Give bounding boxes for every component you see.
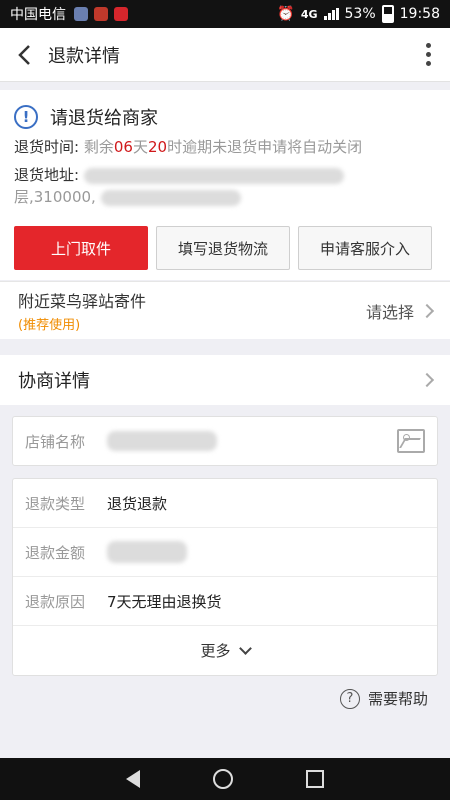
recommend-badge: (推荐使用) bbox=[18, 318, 81, 333]
nav-recents-icon[interactable] bbox=[305, 770, 324, 788]
shop-row[interactable]: 店铺名称 bbox=[13, 417, 437, 465]
time-prefix: 剩余 bbox=[83, 138, 114, 156]
image-icon[interactable] bbox=[397, 429, 425, 453]
network-type: 4G bbox=[300, 7, 318, 21]
question-circle-icon: ? bbox=[339, 688, 360, 709]
more-label: 更多 bbox=[200, 642, 231, 660]
refund-type-value: 退货退款 bbox=[107, 494, 168, 513]
return-address-label: 退货地址: bbox=[14, 166, 80, 184]
chevron-right-icon bbox=[419, 372, 435, 388]
notice-title: 请退货给商家 bbox=[50, 108, 158, 129]
exclamation-circle-icon: ! bbox=[14, 105, 38, 129]
battery-percent: 53% bbox=[344, 6, 376, 22]
return-address-line-2: 层,310000, bbox=[14, 186, 436, 208]
refund-reason-value: 7天无理由退换货 bbox=[107, 592, 222, 611]
back-arrow-icon[interactable] bbox=[0, 28, 48, 82]
refund-info-card: 退款类型 退货退款 退款金额 退款原因 7天无理由退换货 更多 bbox=[12, 478, 438, 676]
signal-icon bbox=[323, 8, 339, 20]
return-time-line: 退货时间: 剩余06天20时逾期未退货申请将自动关闭 bbox=[14, 136, 436, 158]
more-toggle[interactable]: 更多 bbox=[13, 626, 437, 675]
chevron-right-icon bbox=[419, 303, 435, 318]
shop-notification-icon bbox=[114, 7, 128, 21]
refund-type-row: 退款类型 退货退款 bbox=[13, 479, 437, 528]
refund-amount-label: 退款金额 bbox=[25, 543, 86, 562]
blurred-address bbox=[83, 167, 344, 184]
app-header: 退款详情 bbox=[0, 28, 450, 82]
clock: 19:58 bbox=[399, 6, 440, 22]
cainiao-title: 附近菜鸟驿站寄件 bbox=[18, 292, 147, 311]
battery-icon bbox=[381, 5, 394, 23]
system-nav-bar bbox=[0, 758, 450, 800]
chevron-down-icon bbox=[238, 642, 252, 655]
more-vertical-icon[interactable] bbox=[406, 28, 450, 82]
countdown-hours: 20 bbox=[147, 138, 168, 156]
nav-back-icon[interactable] bbox=[126, 770, 141, 788]
pickup-button[interactable]: 上门取件 bbox=[14, 226, 148, 270]
status-bar: 中国电信 ⏰ 4G 53% 19:58 bbox=[0, 0, 450, 28]
blurred-address-tail bbox=[100, 189, 241, 206]
negotiation-details-row[interactable]: 协商详情 bbox=[0, 355, 450, 405]
refund-type-label: 退款类型 bbox=[25, 494, 86, 513]
address-visible-tail: 层,310000, bbox=[14, 188, 96, 206]
cainiao-station-row[interactable]: 附近菜鸟驿站寄件 (推荐使用) 请选择 bbox=[0, 281, 450, 339]
action-buttons: 上门取件 填写退货物流 申请客服介入 bbox=[14, 226, 432, 270]
negotiation-title: 协商详情 bbox=[18, 371, 90, 392]
return-time-label: 退货时间: bbox=[14, 138, 80, 156]
blurred-shop-name bbox=[107, 431, 217, 451]
help-link[interactable]: ? 需要帮助 bbox=[339, 688, 428, 709]
refund-reason-row: 退款原因 7天无理由退换货 bbox=[13, 577, 437, 626]
page-title: 退款详情 bbox=[48, 45, 120, 67]
shop-label: 店铺名称 bbox=[25, 432, 86, 451]
time-suffix: 时逾期未退货申请将自动关闭 bbox=[167, 138, 363, 156]
shop-card: 店铺名称 bbox=[12, 416, 438, 466]
app-notification-icon bbox=[74, 7, 88, 21]
refund-reason-label: 退款原因 bbox=[25, 592, 86, 611]
cainiao-select[interactable]: 请选择 bbox=[365, 299, 435, 323]
help-label: 需要帮助 bbox=[367, 690, 428, 708]
fill-logistics-button[interactable]: 填写退货物流 bbox=[156, 226, 290, 270]
carrier-name: 中国电信 bbox=[10, 7, 66, 23]
alarm-icon: ⏰ bbox=[277, 6, 295, 22]
notice-title-row: ! 请退货给商家 bbox=[14, 104, 436, 130]
days-unit: 天 bbox=[132, 138, 148, 156]
refund-amount-row: 退款金额 bbox=[13, 528, 437, 577]
nav-home-icon[interactable] bbox=[212, 769, 233, 789]
cainiao-text: 附近菜鸟驿站寄件 (推荐使用) bbox=[18, 288, 146, 333]
return-address-line: 退货地址: bbox=[14, 164, 436, 186]
customer-service-button[interactable]: 申请客服介入 bbox=[298, 226, 432, 270]
countdown-days: 06 bbox=[113, 138, 133, 156]
mail-notification-icon bbox=[94, 7, 108, 21]
blurred-refund-amount bbox=[107, 541, 187, 563]
select-label: 请选择 bbox=[365, 302, 414, 322]
